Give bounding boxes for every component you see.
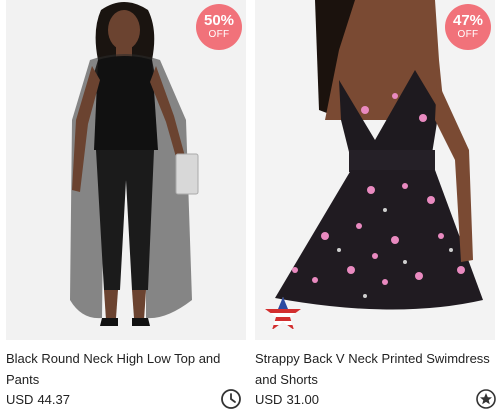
price-value: 44.37 bbox=[37, 392, 70, 407]
product-card[interactable]: 50% OFF Black Round Neck High Low Top an… bbox=[6, 0, 246, 414]
product-card[interactable]: 47% OFF Strappy Back V Neck Printed Swim… bbox=[255, 0, 497, 414]
product-photo-outfit-black bbox=[6, 0, 246, 340]
product-grid: 50% OFF Black Round Neck High Low Top an… bbox=[0, 0, 499, 414]
star-icon[interactable] bbox=[475, 388, 497, 410]
discount-off-label: OFF bbox=[457, 29, 479, 40]
product-title[interactable]: Black Round Neck High Low Top and Pants bbox=[6, 348, 242, 390]
product-title[interactable]: Strappy Back V Neck Printed Swimdress an… bbox=[255, 348, 491, 390]
clock-icon[interactable] bbox=[220, 388, 242, 410]
product-price: USD 31.00 bbox=[255, 392, 319, 407]
discount-badge: 50% OFF bbox=[196, 4, 242, 50]
discount-percent: 47% bbox=[452, 12, 484, 29]
price-currency: USD bbox=[255, 392, 283, 407]
price-value: 31.00 bbox=[286, 392, 319, 407]
discount-percent: 50% bbox=[203, 12, 235, 29]
price-currency: USD bbox=[6, 392, 34, 407]
product-price: USD 44.37 bbox=[6, 392, 70, 407]
product-photo-swimdress-floral bbox=[255, 0, 495, 340]
product-image[interactable]: 50% OFF bbox=[6, 0, 246, 340]
discount-badge: 47% OFF bbox=[445, 4, 491, 50]
us-flag-star-icon bbox=[263, 296, 303, 332]
discount-off-label: OFF bbox=[208, 29, 230, 40]
product-image[interactable]: 47% OFF bbox=[255, 0, 495, 340]
